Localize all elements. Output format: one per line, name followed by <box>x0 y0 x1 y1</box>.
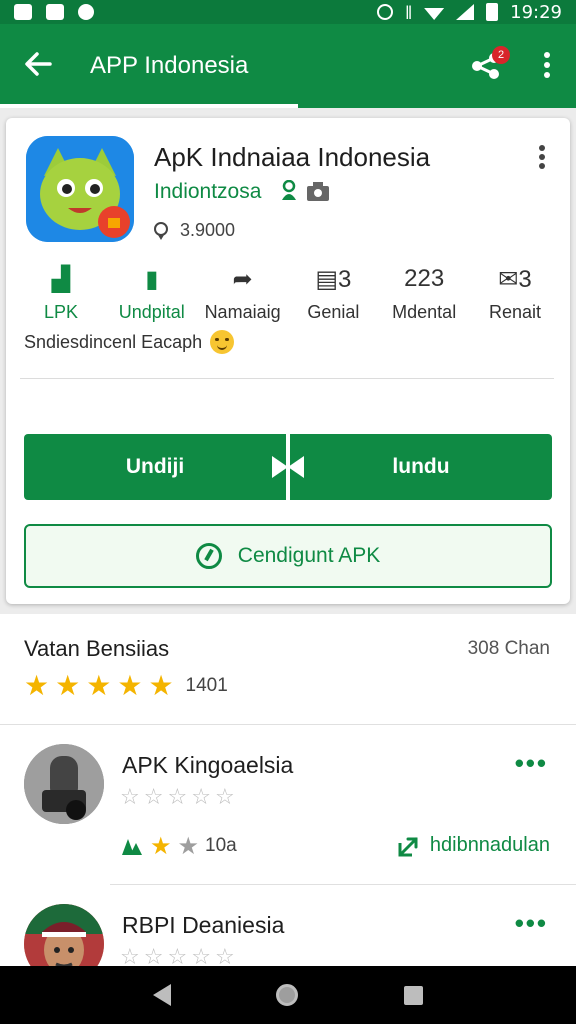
stat-item[interactable]: ▮ Undpital <box>107 262 197 323</box>
avatar <box>24 744 104 824</box>
button-separator <box>272 434 304 500</box>
app-bar: APP Indonesia 2 <box>0 24 576 108</box>
stat-label: Genial <box>307 302 360 322</box>
rating-count: 1401 <box>185 675 228 696</box>
review-stars: ☆ ☆ ☆ ☆ ☆ <box>120 784 235 812</box>
star-empty-icon: ☆ <box>167 785 188 810</box>
stat-item[interactable]: ▟ LPK <box>16 262 106 323</box>
verified-user-icon <box>282 180 296 200</box>
share-arrow-icon: ➦ <box>232 265 253 293</box>
record-notification-icon <box>78 4 94 20</box>
external-link-icon <box>398 837 418 856</box>
smile-emoji-icon <box>210 330 235 354</box>
reviewer-name: APK Kingoaelsia <box>122 752 294 778</box>
mail-icon: ✉3 <box>498 265 532 293</box>
review-item: APK Kingoaelsia ☆ ☆ ☆ ☆ ☆ ••• ★ ★ 10a hdibnn… <box>0 724 576 884</box>
reviewer-name: RBPI Deaniesia <box>122 912 285 938</box>
notification-badge: 2 <box>492 46 510 64</box>
card-menu-icon[interactable] <box>536 144 548 170</box>
camera-icon <box>307 182 329 201</box>
bookmark-icon: ▮ <box>145 265 159 293</box>
back-arrow-icon[interactable] <box>20 46 56 82</box>
star-half-icon: ★ <box>177 832 200 860</box>
action-buttons: Undiji lundu <box>24 434 552 500</box>
review-item: RBPI Deaniesia ☆ ☆ ☆ ☆ ☆ ••• <box>0 884 576 984</box>
wifi-icon <box>424 8 445 20</box>
reviews-title: Vatan Bensiias <box>24 636 170 661</box>
stat-label: Mdental <box>392 302 457 322</box>
calendar-icon: ▤3 <box>315 265 352 293</box>
app-detail-card: ApK Indnaiaa Indonesia Indiontzosa 3.900… <box>6 118 570 604</box>
star-full-icon: ★ <box>86 669 112 702</box>
developer-link[interactable]: Indiontzosa <box>154 180 261 204</box>
check-circle-icon <box>195 543 222 569</box>
signal-icon <box>456 4 475 20</box>
stat-item[interactable]: ✉3 Renait <box>470 262 560 323</box>
stats-row: ▟ LPK ▮ Undpital ➦ Namaiaig ▤3 Genial 223 Mdental… <box>16 262 560 323</box>
star-full-icon: ★ <box>117 669 143 702</box>
app-logo-icon <box>26 136 134 242</box>
clock: 19:29 <box>510 1 562 23</box>
tagline: Sndiesdincenl Eacaph <box>24 330 235 354</box>
download-apk-button[interactable]: Cendigunt APK <box>24 524 552 588</box>
reviews-count[interactable]: 308 Chan <box>468 638 550 660</box>
stat-item[interactable]: ➦ Namaiaig <box>198 262 288 323</box>
review-menu-icon[interactable]: ••• <box>515 748 548 779</box>
app-name: ApK Indnaiaa Indonesia <box>154 142 431 172</box>
chart-icon: ▟ <box>51 265 71 293</box>
helpful-link[interactable]: hdibnnadulan <box>398 834 550 857</box>
nav-home-icon[interactable] <box>276 984 299 1006</box>
star-full-icon: ★ <box>148 669 174 702</box>
review-meta-text: 10a <box>205 835 237 856</box>
stat-label: LPK <box>43 302 79 322</box>
star-empty-icon: ☆ <box>120 785 140 810</box>
download-apk-label: Cendigunt APK <box>237 544 381 567</box>
stat-label: Renait <box>488 302 541 322</box>
star-full-icon: ★ <box>24 669 50 702</box>
overall-rating: ★ ★ ★ ★ ★ 1401 <box>24 672 228 700</box>
tagline-text: Sndiesdincenl Eacaph <box>24 331 203 352</box>
overflow-menu-icon[interactable] <box>538 50 556 80</box>
thumbs-up-icon[interactable] <box>120 835 144 857</box>
star-empty-icon: ☆ <box>214 785 235 810</box>
review-meta: ★ ★ 10a <box>120 832 237 860</box>
vibrate-icon: ǁ <box>405 4 413 20</box>
reviews-section: Vatan Bensiias 308 Chan ★ ★ ★ ★ ★ 1401 APK K… <box>0 614 576 984</box>
stat-label: Undpital <box>118 302 185 322</box>
gallery-notification-icon <box>14 4 32 20</box>
tab-indicator <box>0 104 298 108</box>
divider <box>20 378 554 379</box>
review-menu-icon[interactable]: ••• <box>515 908 548 939</box>
star-full-icon: ★ <box>150 832 172 860</box>
alarm-icon <box>377 4 394 20</box>
star-empty-icon: ☆ <box>143 785 164 810</box>
open-button[interactable]: lundu <box>290 434 552 500</box>
stat-item[interactable]: ▤3 Genial <box>288 262 378 323</box>
app-notification-icon <box>46 4 64 20</box>
stat-item[interactable]: 223 Mdental <box>379 262 469 323</box>
app-size: 3.9000 <box>180 220 236 240</box>
nav-back-icon[interactable] <box>152 984 171 1006</box>
page-title: APP Indonesia <box>90 52 249 79</box>
helpful-label: hdibnnadulan <box>429 834 550 856</box>
stat-label: Namaiaig <box>204 302 281 322</box>
location-pin-icon <box>154 221 168 240</box>
star-empty-icon: ☆ <box>191 785 211 810</box>
status-bar: ǁ 19:29 <box>0 0 576 24</box>
battery-icon <box>486 3 499 21</box>
counter-icon: 223 <box>404 265 445 292</box>
star-full-icon: ★ <box>55 669 81 702</box>
install-button[interactable]: Undiji <box>24 434 286 500</box>
bow-tie-icon <box>272 456 304 478</box>
system-nav-bar <box>0 966 576 1024</box>
nav-recents-icon[interactable] <box>404 985 424 1005</box>
